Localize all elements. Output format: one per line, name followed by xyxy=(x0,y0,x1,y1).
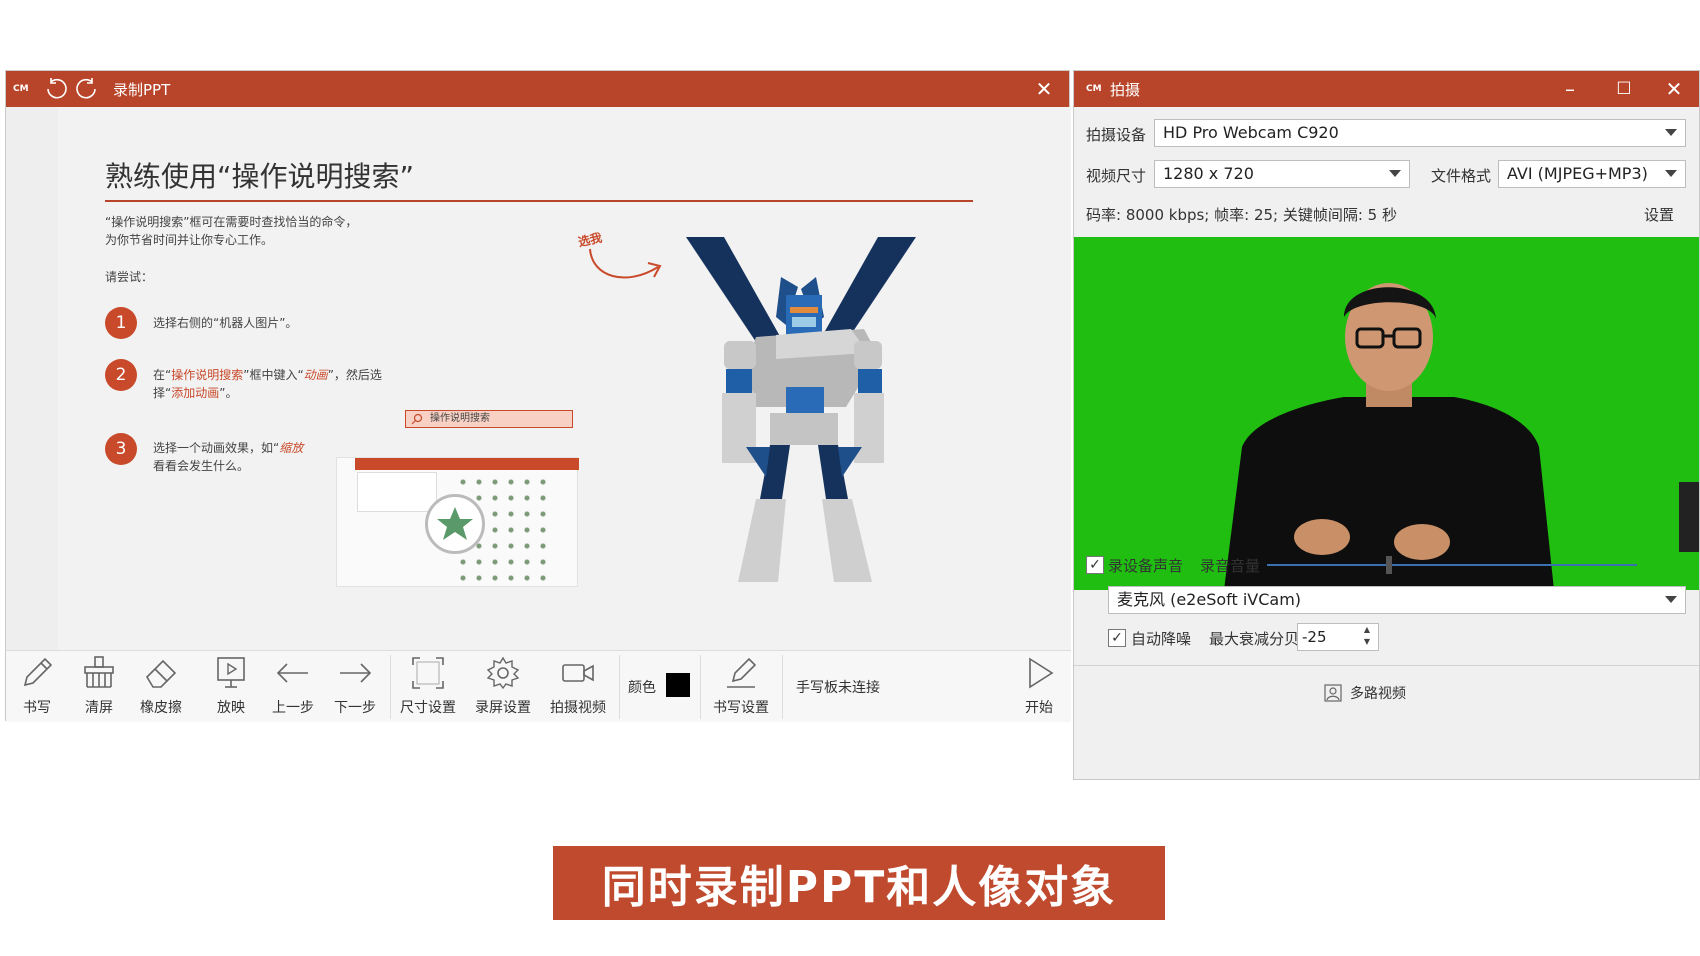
encoding-stats: 码率: 8000 kbps; 帧率: 25; 关键帧间隔: 5 秒 xyxy=(1086,206,1397,224)
maximize-button[interactable]: ☐ xyxy=(1601,71,1647,107)
capture-window: CM 拍摄 – ☐ ✕ 拍摄设备 HD Pro Webcam C920 视频尺寸… xyxy=(1073,70,1700,780)
spinner-arrows-icon: ▲ ▼ xyxy=(1363,625,1370,646)
video-camera-icon xyxy=(562,664,594,682)
animation-screenshot xyxy=(336,457,579,587)
volume-label: 录音音量 xyxy=(1200,557,1261,575)
app-logo: CM xyxy=(13,84,29,94)
camera-preview xyxy=(1074,237,1699,590)
denoise-label: 自动降噪 xyxy=(1131,630,1192,648)
arrow-left-icon xyxy=(276,663,308,683)
toolbar-separator xyxy=(619,655,620,719)
window-title: 录制PPT xyxy=(113,81,171,99)
start-button[interactable]: 开始 xyxy=(1016,651,1062,723)
play-icon xyxy=(1029,657,1054,689)
video-size-label: 视频尺寸 xyxy=(1086,167,1147,185)
user-frame-icon xyxy=(1324,684,1342,702)
slide-preview: 熟练使用“操作说明搜索” “操作说明搜索”框可在需要时查找恰当的命令， 为你节省… xyxy=(6,107,1071,650)
record-audio-label: 录设备声音 xyxy=(1108,557,1184,575)
step-3-text: 选择一个动画效果，如“缩放 看看会发生什么。 xyxy=(153,441,304,473)
minimize-icon: – xyxy=(1565,77,1575,101)
previous-step-button[interactable]: 上一步 xyxy=(268,651,318,723)
arrow-right-icon xyxy=(340,663,372,683)
minimize-button[interactable]: – xyxy=(1547,71,1593,107)
device-label: 拍摄设备 xyxy=(1086,126,1147,144)
slide-try-label: 请尝试： xyxy=(105,270,154,284)
pen-settings-icon xyxy=(727,657,757,688)
file-format-label: 文件格式 xyxy=(1431,167,1492,185)
slide-title: 熟练使用“操作说明搜索” xyxy=(105,160,415,193)
robot-image[interactable] xyxy=(686,237,916,582)
crop-frame-icon xyxy=(412,657,444,689)
caption-banner: 同时录制PPT和人像对象 xyxy=(553,846,1165,920)
color-swatch[interactable] xyxy=(666,673,690,697)
video-size-select[interactable]: 1280 x 720 xyxy=(1154,160,1410,188)
eraser-button[interactable]: 橡皮擦 xyxy=(133,651,189,723)
size-settings-button[interactable]: 尺寸设置 xyxy=(396,651,460,723)
window-title: 拍摄 xyxy=(1110,81,1141,99)
toolbar-separator xyxy=(700,655,701,719)
chevron-down-icon xyxy=(1389,170,1401,177)
slide-divider xyxy=(105,200,973,202)
chevron-down-icon xyxy=(1665,129,1677,136)
record-audio-checkbox[interactable]: ✓ xyxy=(1086,556,1104,574)
step-1-text: 选择右侧的“机器人图片”。 xyxy=(153,316,298,330)
undo-icon[interactable] xyxy=(44,77,68,101)
pen-icon xyxy=(23,657,53,687)
settings-link[interactable]: 设置 xyxy=(1644,204,1674,225)
step-3-number: 3 xyxy=(105,433,137,465)
close-button[interactable]: ✕ xyxy=(1651,71,1697,107)
toolbar-separator xyxy=(782,655,783,719)
clear-screen-button[interactable]: 清屏 xyxy=(76,651,122,723)
pen-settings-button[interactable]: 书写设置 xyxy=(708,651,774,723)
volume-slider-track[interactable] xyxy=(1267,564,1637,566)
volume-slider-thumb[interactable] xyxy=(1386,556,1393,574)
microphone-select[interactable]: 麦克风 (e2eSoft iVCam) xyxy=(1108,586,1686,614)
chevron-down-icon xyxy=(1665,170,1677,177)
slide-intro: “操作说明搜索”框可在需要时查找恰当的命令， 为你节省时间并让你专心工作。 xyxy=(105,215,358,247)
tablet-status: 手写板未连接 xyxy=(796,680,880,696)
divider xyxy=(1074,665,1699,666)
bottom-toolbar: 书写 清屏 橡皮擦 放映 上一步 下一步 尺寸设置 录屏设置 拍摄视频 颜色 书… xyxy=(6,650,1071,722)
step-1-number: 1 xyxy=(105,307,137,339)
step-2-text: 在“操作说明搜索”框中键入“动画”，然后选 择“添加动画”。 xyxy=(153,368,382,400)
gear-icon xyxy=(486,656,520,690)
app-logo: CM xyxy=(1086,84,1102,94)
color-label: 颜色 xyxy=(628,680,656,696)
slideshow-icon xyxy=(217,657,245,688)
denoise-checkbox[interactable]: ✓ xyxy=(1108,629,1126,647)
eraser-icon xyxy=(145,659,177,688)
record-ppt-window: CM 录制PPT ✕ 熟练使用“操作说明搜索” “操作说明搜索”框可在需要时查找… xyxy=(5,70,1071,722)
maximize-icon: ☐ xyxy=(1616,79,1632,99)
right-titlebar: CM 拍摄 – ☐ ✕ xyxy=(1074,71,1699,107)
write-button[interactable]: 书写 xyxy=(14,651,60,723)
close-icon: ✕ xyxy=(1035,77,1053,101)
device-select[interactable]: HD Pro Webcam C920 xyxy=(1154,119,1686,147)
broom-icon xyxy=(84,656,114,688)
next-step-button[interactable]: 下一步 xyxy=(330,651,380,723)
close-icon: ✕ xyxy=(1665,77,1683,101)
presenter-image xyxy=(1224,283,1699,590)
record-settings-button[interactable]: 录屏设置 xyxy=(471,651,535,723)
left-titlebar: CM 录制PPT ✕ xyxy=(6,71,1069,107)
close-button[interactable]: ✕ xyxy=(1021,71,1067,107)
star-icon xyxy=(437,507,473,540)
arrow-icon xyxy=(589,248,662,279)
toolbar-separator xyxy=(390,655,391,719)
step-2-number: 2 xyxy=(105,359,137,391)
present-button[interactable]: 放映 xyxy=(208,651,254,723)
capture-video-button[interactable]: 拍摄视频 xyxy=(545,651,611,723)
max-attenuation-label: 最大衰减分贝 xyxy=(1209,630,1300,648)
chevron-down-icon xyxy=(1665,596,1677,603)
caption-text: 同时录制PPT和人像对象 xyxy=(601,862,1117,913)
search-box-mock: 操作说明搜索 xyxy=(405,410,573,428)
search-icon xyxy=(411,413,423,425)
max-attenuation-spinner[interactable]: -25 ▲ ▼ xyxy=(1297,623,1379,651)
redo-icon[interactable] xyxy=(75,77,99,101)
file-format-select[interactable]: AVI (MJPEG+MP3) xyxy=(1498,160,1686,188)
multi-video-button[interactable]: 多路视频 xyxy=(1324,683,1406,703)
